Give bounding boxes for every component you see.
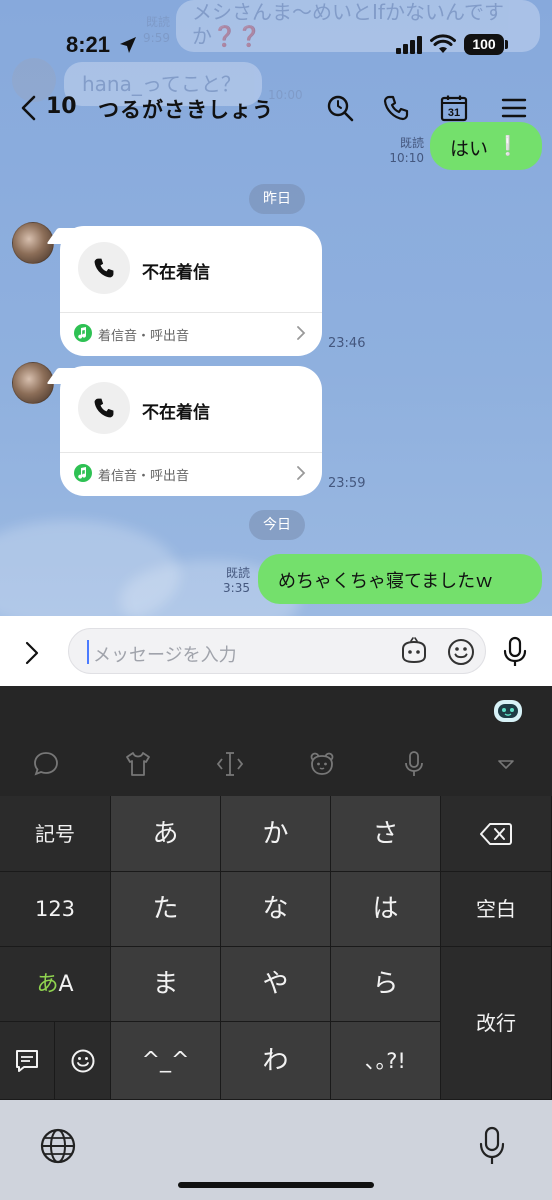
home-indicator[interactable] — [178, 1182, 374, 1188]
key-backspace[interactable] — [441, 796, 552, 872]
divider — [60, 312, 322, 313]
divider — [60, 452, 322, 453]
cursor-move-icon[interactable] — [216, 750, 244, 778]
missed-call-card[interactable]: 不在着信 着信音・呼出音 — [60, 366, 322, 496]
music-note-icon — [74, 324, 92, 342]
dictation-icon[interactable] — [400, 750, 428, 778]
shirt-icon[interactable] — [124, 750, 152, 778]
bear-face-icon[interactable] — [308, 750, 336, 778]
key-ka-row[interactable]: か — [221, 796, 331, 872]
cellular-signal-icon — [396, 36, 422, 54]
chat-bubble-icon[interactable] — [32, 750, 60, 778]
key-ra-row[interactable]: ら — [331, 947, 441, 1022]
keyboard-toolbar — [0, 686, 552, 796]
read-status: 既読 10:10 — [384, 136, 424, 166]
key-kaomoji[interactable]: ^_^ — [111, 1022, 221, 1100]
keyboard: 記号 あ か さ 123 た な は 空白 あA ま や ら 改行 ^_^ わ … — [0, 686, 552, 1100]
collapse-keyboard-icon[interactable] — [492, 750, 520, 778]
calendar-icon[interactable]: 31 — [440, 94, 468, 122]
phone-icon[interactable] — [382, 94, 410, 122]
message-time: 23:46 — [328, 336, 366, 351]
key-space[interactable]: 空白 — [441, 872, 552, 947]
key-ha-row[interactable]: は — [331, 872, 441, 947]
chevron-right-icon — [297, 326, 306, 340]
status-bar: 8:21 100 — [0, 0, 552, 88]
phone-icon-circle — [78, 382, 130, 434]
svg-text:31: 31 — [448, 107, 460, 119]
ringtone-link[interactable]: 着信音・呼出音 — [98, 325, 189, 344]
menu-icon[interactable] — [500, 94, 528, 122]
chat-background: メシさんま〜めいとIfかないんです か❓❓ 既読 9:59 hana_ってこと？… — [0, 0, 552, 616]
microphone-icon[interactable] — [478, 1126, 506, 1166]
exclamation-emoji-icon: ❕ — [496, 135, 520, 157]
read-label: 既読 — [399, 136, 424, 150]
key-numbers[interactable]: 123 — [0, 872, 111, 947]
phone-icon — [94, 258, 114, 278]
read-status: 既読 3:35 — [212, 566, 250, 596]
battery-level: 100 — [464, 34, 504, 55]
message-text: めちゃくちゃ寝てましたｗ — [278, 571, 494, 592]
mode-hiragana-label: あ — [36, 972, 59, 997]
message-input-bar: メッセージを入力 — [0, 616, 552, 686]
phone-icon-circle — [78, 242, 130, 294]
message-time: 10:10 — [389, 151, 424, 165]
sticker-icon[interactable] — [399, 637, 429, 667]
ai-assistant-icon[interactable] — [492, 696, 524, 724]
music-note-icon — [74, 464, 92, 482]
key-na-row[interactable]: な — [221, 872, 331, 947]
key-symbols[interactable]: 記号 — [0, 796, 111, 872]
expand-chevron-icon[interactable] — [22, 640, 42, 666]
message-time: 3:35 — [223, 581, 250, 595]
key-punctuation[interactable]: ､｡?! — [331, 1022, 441, 1100]
message-time: 23:59 — [328, 476, 366, 491]
input-placeholder: メッセージを入力 — [93, 645, 237, 666]
missed-call-title: 不在着信 — [142, 263, 210, 283]
ringtone-link[interactable]: 着信音・呼出音 — [98, 465, 189, 484]
key-emoji[interactable] — [55, 1022, 111, 1100]
key-ta-row[interactable]: た — [111, 872, 221, 947]
message-text: はい — [450, 138, 489, 160]
backspace-icon — [480, 823, 512, 845]
chevron-right-icon — [297, 466, 306, 480]
missed-call-card[interactable]: 不在着信 着信音・呼出音 — [60, 226, 322, 356]
status-clock: 8:21 — [66, 32, 111, 57]
text-caret — [87, 640, 89, 664]
message-list-icon — [16, 1050, 38, 1072]
microphone-icon[interactable] — [502, 636, 528, 668]
key-a-row[interactable]: あ — [111, 796, 221, 872]
sent-message-bubble[interactable]: はい ❕ — [430, 122, 542, 170]
key-ya-row[interactable]: や — [221, 947, 331, 1022]
emoji-icon[interactable] — [446, 637, 476, 667]
key-sa-row[interactable]: さ — [331, 796, 441, 872]
key-input-mode[interactable]: あA — [0, 947, 111, 1022]
search-icon[interactable] — [326, 94, 354, 122]
date-separator: 昨日 — [249, 184, 305, 214]
mode-alpha-label: A — [58, 972, 74, 997]
smiley-icon — [71, 1049, 94, 1073]
missed-call-title: 不在着信 — [142, 403, 210, 423]
unread-count[interactable]: 10 — [46, 94, 77, 119]
key-return[interactable]: 改行 — [441, 947, 552, 1100]
globe-icon[interactable] — [40, 1128, 76, 1164]
wifi-icon — [430, 34, 456, 53]
chat-title[interactable]: つるがさきしょう — [98, 94, 274, 124]
sent-message-bubble[interactable]: めちゃくちゃ寝てましたｗ — [258, 554, 542, 604]
phone-icon — [94, 398, 114, 418]
location-arrow-icon — [120, 37, 136, 53]
key-wa-row[interactable]: わ — [221, 1022, 331, 1100]
date-separator: 今日 — [249, 510, 305, 540]
key-ma-row[interactable]: ま — [111, 947, 221, 1022]
battery-tip — [505, 40, 508, 49]
back-chevron-icon[interactable] — [18, 94, 38, 122]
system-keyboard-footer — [0, 1100, 552, 1200]
key-emoji-list[interactable] — [0, 1022, 55, 1100]
message-input[interactable]: メッセージを入力 — [68, 628, 486, 674]
read-label: 既読 — [225, 566, 250, 580]
